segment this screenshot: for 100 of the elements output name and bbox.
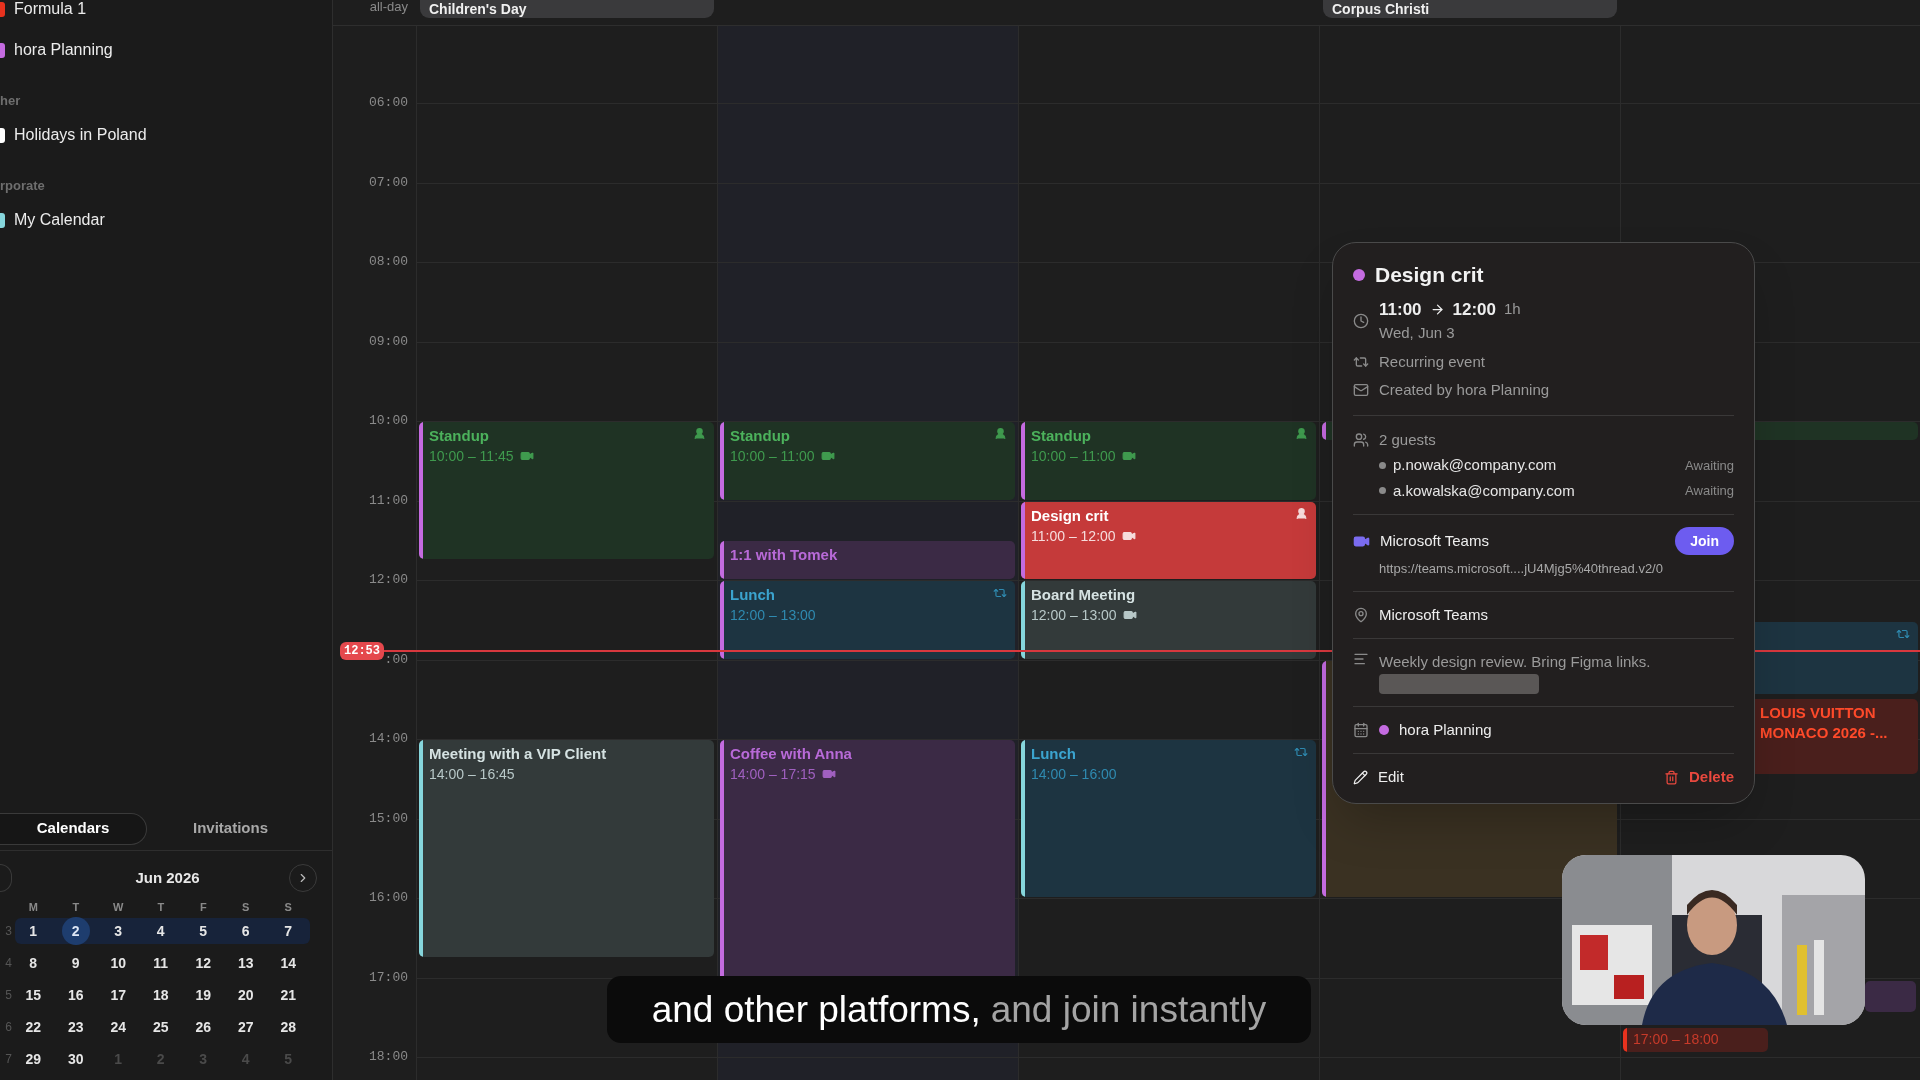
hour-label: :00	[383, 651, 408, 668]
week-number: 6	[4, 1019, 12, 1036]
event-title: Coffee with Anna	[730, 744, 853, 764]
join-button[interactable]: Join	[1675, 527, 1734, 555]
guests-icon	[1353, 431, 1369, 448]
event-title: Standup	[429, 426, 490, 446]
calendar-day[interactable]: 20	[231, 981, 260, 1009]
calendar-event[interactable]: Standup 10:00 – 11:00	[720, 422, 1015, 500]
calendar-color-swatch[interactable]	[0, 1, 5, 17]
calendar-day[interactable]: 4	[146, 917, 175, 945]
weekday-label: T	[71, 900, 81, 915]
event-title: Design crit	[1031, 505, 1110, 526]
event-title: Standup	[730, 426, 791, 446]
calendar-color-swatch[interactable]	[0, 127, 5, 143]
calendar-day[interactable]: 22	[19, 1013, 48, 1041]
event-title: Corpus Christi	[1332, 1, 1430, 17]
description-text: Weekly design review. Bring Figma links.	[1379, 652, 1651, 672]
calendar-name[interactable]: Formula 1	[14, 0, 87, 21]
weekday-label: F	[198, 900, 208, 915]
event-time: 12:00 – 13:00	[730, 606, 816, 625]
calendar-day[interactable]: 21	[274, 981, 303, 1009]
calendar-day[interactable]: 12	[189, 949, 218, 977]
hour-label: 09:00	[368, 333, 408, 350]
sidebar-tab[interactable]: Calendars	[0, 812, 147, 845]
arrow-right-icon	[1429, 301, 1445, 317]
calendar-day[interactable]: 7	[274, 917, 303, 945]
weekday-label: T	[156, 900, 166, 915]
hour-label: 11:00	[368, 492, 408, 509]
hour-label: 10:00	[368, 413, 408, 429]
calendar-day[interactable]: 18	[146, 981, 175, 1009]
hour-label: 15:00	[368, 810, 408, 827]
event-title: 1:1 with Tomek	[730, 545, 839, 566]
hour-label: 06:00	[368, 95, 408, 111]
calendar-name[interactable]: Holidays in Poland	[14, 123, 147, 147]
all-day-event[interactable]: Corpus Christi	[1323, 0, 1617, 18]
recurrence-text: Recurring event	[1379, 351, 1485, 372]
start-time: 11:00	[1379, 298, 1422, 321]
calendar-day[interactable]: 8	[19, 949, 48, 977]
all-day-label: all-day	[369, 0, 408, 16]
calendar-day[interactable]: 11	[146, 949, 175, 977]
calendar-icon	[1353, 721, 1369, 738]
calendar-day[interactable]: 19	[189, 981, 218, 1009]
guest-email: a.kowalska@company.com	[1393, 480, 1575, 501]
calendar-event[interactable]: Lunch 12:00 – 13:00	[720, 581, 1015, 659]
calendar-day[interactable]: 25	[146, 1013, 175, 1041]
hour-label: 16:00	[368, 890, 408, 906]
mail-icon	[1353, 382, 1369, 399]
section-header: her	[0, 92, 21, 111]
calendar-day[interactable]: 23	[61, 1013, 90, 1041]
calendar-day[interactable]: 3	[104, 917, 133, 945]
event-title: Lunch	[730, 585, 776, 605]
calendar-day[interactable]: 5	[189, 917, 218, 945]
calendar-event[interactable]: Standup 10:00 – 11:00	[1021, 422, 1316, 500]
calendar-event[interactable]: Board Meeting 12:00 – 13:00	[1021, 581, 1316, 659]
sidebar-tab[interactable]: Invitations	[157, 812, 304, 845]
calendar-day[interactable]: 28	[274, 1013, 303, 1041]
week-number: 4	[4, 955, 12, 972]
calendar-day[interactable]: 6	[231, 917, 260, 945]
calendar-event[interactable]: 1:1 with Tomek	[720, 541, 1015, 579]
calendar-name[interactable]: My Calendar	[14, 208, 105, 232]
weekday-label: W	[112, 900, 125, 915]
event-title: LOUIS VUITTON MONACO 2026 -...	[1760, 702, 1889, 743]
guest-status: Awaiting	[1685, 482, 1734, 500]
event-title: Standup	[1031, 426, 1092, 446]
calendar-day[interactable]: 26	[189, 1013, 218, 1041]
event-time: 10:00 – 11:00	[1031, 447, 1116, 466]
subtitle-toast: and other platforms, and join instantly	[607, 976, 1311, 1043]
calendar-event[interactable]: Lunch 14:00 – 16:00	[1021, 740, 1316, 897]
calendar-day[interactable]: 30	[61, 1045, 90, 1073]
calendar-event[interactable]: Design crit 11:00 – 12:00	[1021, 501, 1316, 579]
calendar-day[interactable]: 27	[231, 1013, 260, 1041]
calendar-name[interactable]: hora Planning	[14, 38, 113, 62]
calendar-day[interactable]: 1	[19, 917, 48, 945]
hour-label: 17:00	[368, 969, 408, 986]
calendar-day[interactable]: 10	[104, 949, 133, 977]
hour-label: 07:00	[368, 174, 408, 191]
event-title: Board Meeting	[1031, 585, 1137, 605]
event-time: 10:00 – 11:45	[429, 447, 514, 466]
edit-button[interactable]: Edit	[1353, 766, 1404, 789]
trash-icon	[1663, 769, 1679, 785]
calendar-event[interactable]: Meeting with a VIP Client 14:00 – 16:45	[419, 740, 714, 957]
week-number: 5	[4, 987, 12, 1004]
calendar-day[interactable]: 17	[104, 981, 133, 1009]
calendar-day[interactable]: 29	[19, 1045, 48, 1073]
all-day-event[interactable]: Children's Day	[420, 0, 714, 18]
event-time: 11:00 – 12:00	[1031, 526, 1116, 546]
calendar-day[interactable]: 15	[19, 981, 48, 1009]
guests-count: 2 guests	[1379, 429, 1436, 450]
calendar-day[interactable]: 13	[231, 949, 260, 977]
calendar-color-swatch[interactable]	[0, 42, 5, 58]
calendar-event[interactable]: Standup 10:00 – 11:45	[419, 422, 714, 560]
calendar-day[interactable]: 16	[61, 981, 90, 1009]
meeting-link[interactable]: https://teams.microsoft....jU4Mjg5%40thread.v2/0	[1379, 559, 1734, 579]
calendar-day[interactable]: 9	[61, 949, 90, 977]
calendar-day[interactable]: 14	[274, 949, 303, 977]
calendar-day[interactable]: 24	[104, 1013, 133, 1041]
event-time: 14:00 – 17:15	[730, 765, 816, 784]
description-icon	[1353, 651, 1369, 667]
calendar-color-swatch[interactable]	[0, 212, 5, 228]
week-number: 3	[4, 923, 12, 940]
